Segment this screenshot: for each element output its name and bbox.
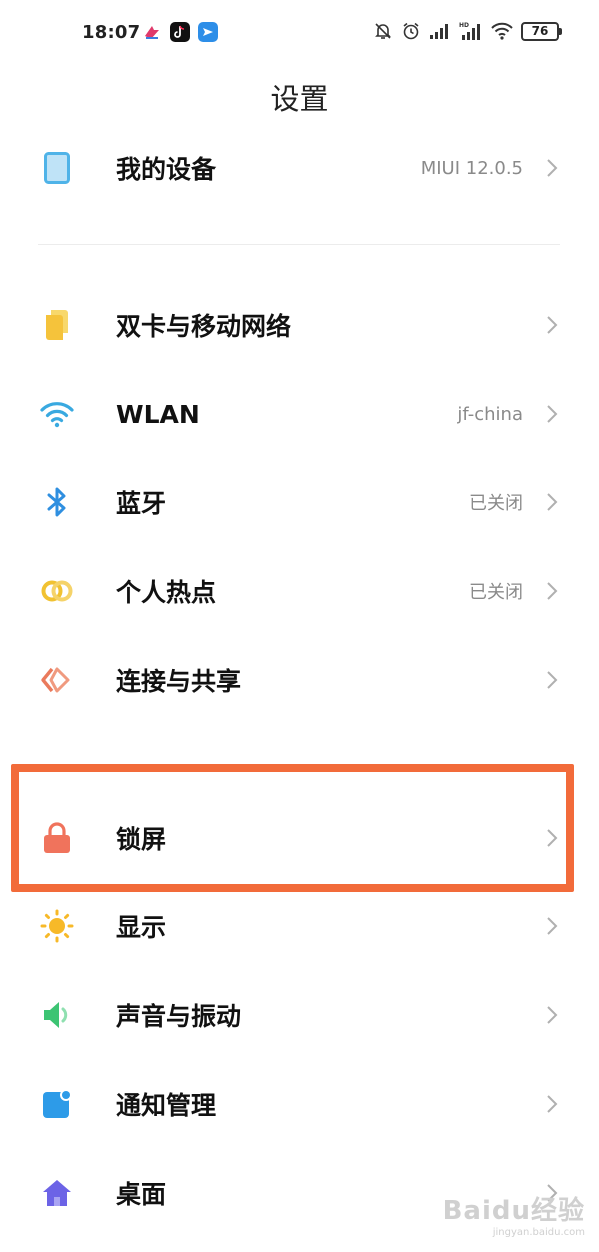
- row-sim-network[interactable]: 双卡与移动网络: [0, 290, 599, 360]
- row-label: 个人热点: [116, 578, 217, 607]
- bluetooth-icon: [40, 485, 74, 519]
- wifi-icon: [491, 22, 513, 40]
- chevron-right-icon: [543, 579, 561, 603]
- chevron-right-icon: [543, 1003, 561, 1027]
- lock-icon: [40, 821, 74, 855]
- row-label: 连接与共享: [116, 667, 242, 696]
- notification-icons: [142, 22, 218, 42]
- sun-icon: [40, 909, 74, 943]
- status-time: 18:07: [82, 22, 141, 43]
- chevron-right-icon: [543, 1092, 561, 1116]
- tablet-icon: [40, 151, 74, 185]
- row-notifications[interactable]: 通知管理: [0, 1069, 599, 1139]
- chevron-right-icon: [543, 490, 561, 514]
- home-icon: [40, 1176, 74, 1210]
- row-connection-share[interactable]: 连接与共享: [0, 645, 599, 715]
- chevron-right-icon: [543, 914, 561, 938]
- app-notification-icon: [142, 22, 162, 42]
- alarm-icon: [401, 21, 421, 41]
- row-value: MIUI 12.0.5: [420, 157, 523, 179]
- row-label: 桌面: [116, 1180, 167, 1209]
- hd-signal-icon: HD: [459, 21, 483, 41]
- speaker-icon: [40, 998, 74, 1032]
- row-label: 通知管理: [116, 1091, 217, 1120]
- hotspot-icon: [40, 574, 74, 608]
- row-my-device[interactable]: 我的设备 MIUI 12.0.5: [0, 133, 599, 203]
- chevron-right-icon: [543, 402, 561, 426]
- watermark-sub: jingyan.baidu.com: [492, 1227, 585, 1238]
- watermark: Baidu经验 jingyan.baidu.com: [443, 1190, 585, 1238]
- row-lock-screen[interactable]: 锁屏: [0, 803, 599, 873]
- row-display[interactable]: 显示: [0, 891, 599, 961]
- row-value: 已关闭: [469, 493, 523, 514]
- watermark-main: Baidu经验: [442, 1196, 585, 1226]
- chevron-right-icon: [543, 826, 561, 850]
- mute-icon: [373, 21, 393, 41]
- row-label: 我的设备: [116, 155, 217, 184]
- system-icons: HD 76: [373, 21, 562, 41]
- wifi-icon: [40, 397, 74, 431]
- message-icon: [198, 22, 218, 42]
- chevron-right-icon: [543, 313, 561, 337]
- row-wlan[interactable]: WLAN jf-china: [0, 379, 599, 449]
- signal-icon: [429, 22, 451, 40]
- row-label: WLAN: [116, 399, 200, 429]
- row-label: 声音与振动: [116, 1002, 242, 1031]
- row-value: jf-china: [457, 403, 523, 425]
- chevron-right-icon: [543, 668, 561, 692]
- row-label: 锁屏: [116, 825, 167, 854]
- row-sound-vibration[interactable]: 声音与振动: [0, 980, 599, 1050]
- row-label: 显示: [116, 913, 167, 942]
- row-bluetooth[interactable]: 蓝牙 已关闭: [0, 467, 599, 537]
- sim-card-icon: [40, 308, 74, 342]
- svg-text:HD: HD: [459, 22, 469, 29]
- battery-indicator: 76: [521, 21, 562, 41]
- row-label: 蓝牙: [116, 489, 167, 518]
- section-divider: [38, 244, 560, 245]
- row-hotspot[interactable]: 个人热点 已关闭: [0, 556, 599, 626]
- chevron-right-icon: [543, 156, 561, 180]
- row-value: 已关闭: [469, 582, 523, 603]
- notification-icon: [40, 1087, 74, 1121]
- page-title: 设置: [270, 82, 329, 116]
- tiktok-icon: [170, 22, 190, 42]
- connection-share-icon: [40, 663, 74, 697]
- row-label: 双卡与移动网络: [116, 312, 292, 341]
- status-bar: 18:07 HD 76: [0, 0, 599, 66]
